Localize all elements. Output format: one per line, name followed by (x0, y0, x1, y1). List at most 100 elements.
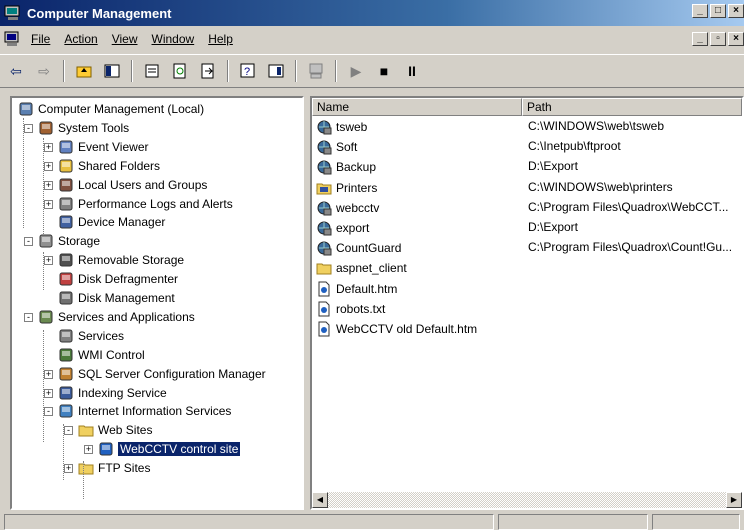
title-bar[interactable]: Computer Management _ □ × (0, 0, 744, 26)
menu-view[interactable]: View (105, 32, 145, 46)
tree-node[interactable]: Removable Storage (58, 251, 184, 269)
help-button[interactable]: ? (236, 59, 260, 83)
tree-node[interactable]: Local Users and Groups (58, 176, 207, 194)
stop-service-button[interactable]: ■ (372, 59, 396, 83)
collapse-node-button[interactable]: - (44, 407, 53, 417)
collapse-node-button[interactable]: - (64, 426, 73, 436)
console-tree[interactable]: Computer Management (Local) - System Tools… (10, 96, 304, 510)
expand-node-button[interactable]: + (44, 256, 53, 266)
menu-action[interactable]: Action (57, 32, 104, 46)
shared-folder-icon (59, 159, 73, 173)
collapse-node-button[interactable]: - (24, 123, 33, 133)
details-pane[interactable]: Name Path tsweb C:\WINDOWS\web\tsweb Soft C… (310, 96, 744, 510)
properties-button[interactable] (140, 59, 164, 83)
expand-node-button[interactable]: + (44, 388, 53, 398)
list-item[interactable]: CountGuard C:\Program Files\Quadrox\Count… (312, 238, 742, 258)
tree-node[interactable]: Disk Defragmenter (58, 270, 178, 288)
list-item[interactable]: Printers C:\WINDOWS\web\printers (312, 178, 742, 198)
minimize-button[interactable]: _ (692, 4, 708, 18)
computer-icon (309, 63, 323, 79)
refresh-button[interactable] (168, 59, 192, 83)
scroll-left-arrow-icon: ◀ (316, 495, 324, 504)
tree-node[interactable]: Web Sites (78, 421, 152, 439)
list-item[interactable]: tsweb C:\WINDOWS\web\tsweb (312, 117, 742, 137)
child-restore-button[interactable]: ▫ (710, 32, 726, 46)
list-item[interactable]: webcctv C:\Program Files\Quadrox\WebCCT..… (312, 198, 742, 218)
menu-help-label: Help (208, 32, 233, 46)
list-item-path: D:\Export (528, 220, 579, 234)
maximize-button[interactable]: □ (710, 4, 726, 18)
expand-node-button[interactable]: + (44, 180, 53, 190)
tree-node-label: Services and Applications (58, 309, 195, 324)
expand-node-button[interactable]: + (44, 199, 53, 209)
tree-node-label: Indexing Service (78, 385, 167, 400)
up-level-button[interactable] (72, 59, 96, 83)
tree-toggle-icon (104, 64, 120, 78)
menu-window[interactable]: Window (145, 32, 202, 46)
menu-file-label: File (31, 32, 51, 46)
tree-node[interactable]: Services and Applications (38, 308, 195, 326)
tree-node-label: Local Users and Groups (78, 177, 208, 192)
list-item-path: D:\Export (528, 159, 579, 174)
tree-node[interactable]: FTP Sites (78, 459, 150, 477)
child-minimize-button[interactable]: _ (692, 32, 708, 46)
list-item-path: C:\Inetpub\ftproot (528, 139, 621, 154)
pause-service-button[interactable]: II (400, 59, 424, 83)
tree-node[interactable]: Storage (38, 232, 100, 250)
scroll-right-button[interactable]: ▶ (726, 492, 742, 508)
export-list-button[interactable] (196, 59, 220, 83)
tree-connector-line (63, 424, 64, 480)
list-item[interactable]: Soft C:\Inetpub\ftproot (312, 137, 742, 157)
horizontal-scrollbar[interactable]: ◀ ▶ (312, 492, 742, 508)
tree-node[interactable]: Indexing Service (58, 384, 167, 402)
start-service-button[interactable]: ▶ (344, 59, 368, 83)
back-button[interactable]: ⇦ (4, 59, 28, 83)
menu-help[interactable]: Help (201, 32, 240, 46)
tree-node[interactable]: WebCCTV control site (98, 440, 242, 458)
expand-node-button[interactable]: + (44, 369, 53, 379)
tree-node[interactable]: Computer Management (Local) (18, 100, 204, 118)
close-button[interactable]: × (728, 4, 744, 18)
column-header-path[interactable]: Path (522, 98, 742, 116)
status-cell-3 (652, 514, 740, 530)
tree-node[interactable]: Performance Logs and Alerts (58, 195, 233, 213)
tree-node[interactable]: SQL Server Configuration Manager (58, 365, 266, 383)
tree-node[interactable]: System Tools (38, 119, 129, 137)
folder-icon (78, 463, 94, 475)
tree-node[interactable]: Device Manager (58, 213, 165, 231)
expand-node-button[interactable]: + (44, 142, 53, 152)
virtual-dir-icon (317, 140, 332, 155)
child-close-button[interactable]: × (728, 32, 744, 46)
tree-node[interactable]: Event Viewer (58, 138, 148, 156)
collapse-node-button[interactable]: - (24, 237, 33, 247)
tree-node[interactable]: WMI Control (58, 346, 145, 364)
list-item-name: robots.txt (336, 301, 386, 316)
menu-file[interactable]: File (24, 32, 57, 46)
list-item[interactable]: robots.txt (312, 299, 742, 319)
folder-icon (316, 263, 332, 275)
tree-node[interactable]: Services (58, 327, 124, 345)
expand-node-button[interactable]: + (84, 445, 93, 455)
expand-node-button[interactable]: + (44, 161, 53, 171)
window-title: Computer Management (27, 5, 172, 21)
tree-node[interactable]: Internet Information Services (58, 402, 231, 420)
tree-node-label: Performance Logs and Alerts (78, 196, 233, 211)
column-header-name[interactable]: Name (312, 98, 522, 116)
expand-node-button[interactable]: + (64, 464, 73, 474)
status-cell-2 (498, 514, 648, 530)
tree-node[interactable]: Shared Folders (58, 157, 160, 175)
list-item[interactable]: aspnet_client (312, 258, 742, 278)
collapse-node-button[interactable]: - (24, 312, 33, 322)
connect-button[interactable] (304, 59, 328, 83)
console-view-button[interactable] (264, 59, 288, 83)
list-item[interactable]: WebCCTV old Default.htm (312, 319, 742, 339)
list-item[interactable]: export D:\Export (312, 218, 742, 238)
tree-node[interactable]: Disk Management (58, 289, 175, 307)
list-item[interactable]: Default.htm (312, 279, 742, 299)
tree-node-label: Web Sites (98, 423, 153, 438)
status-cell-main (4, 514, 494, 530)
forward-button[interactable]: ⇨ (32, 59, 56, 83)
scroll-left-button[interactable]: ◀ (312, 492, 328, 508)
list-item[interactable]: Backup D:\Export (312, 157, 742, 177)
show-hide-tree-button[interactable] (100, 59, 124, 83)
